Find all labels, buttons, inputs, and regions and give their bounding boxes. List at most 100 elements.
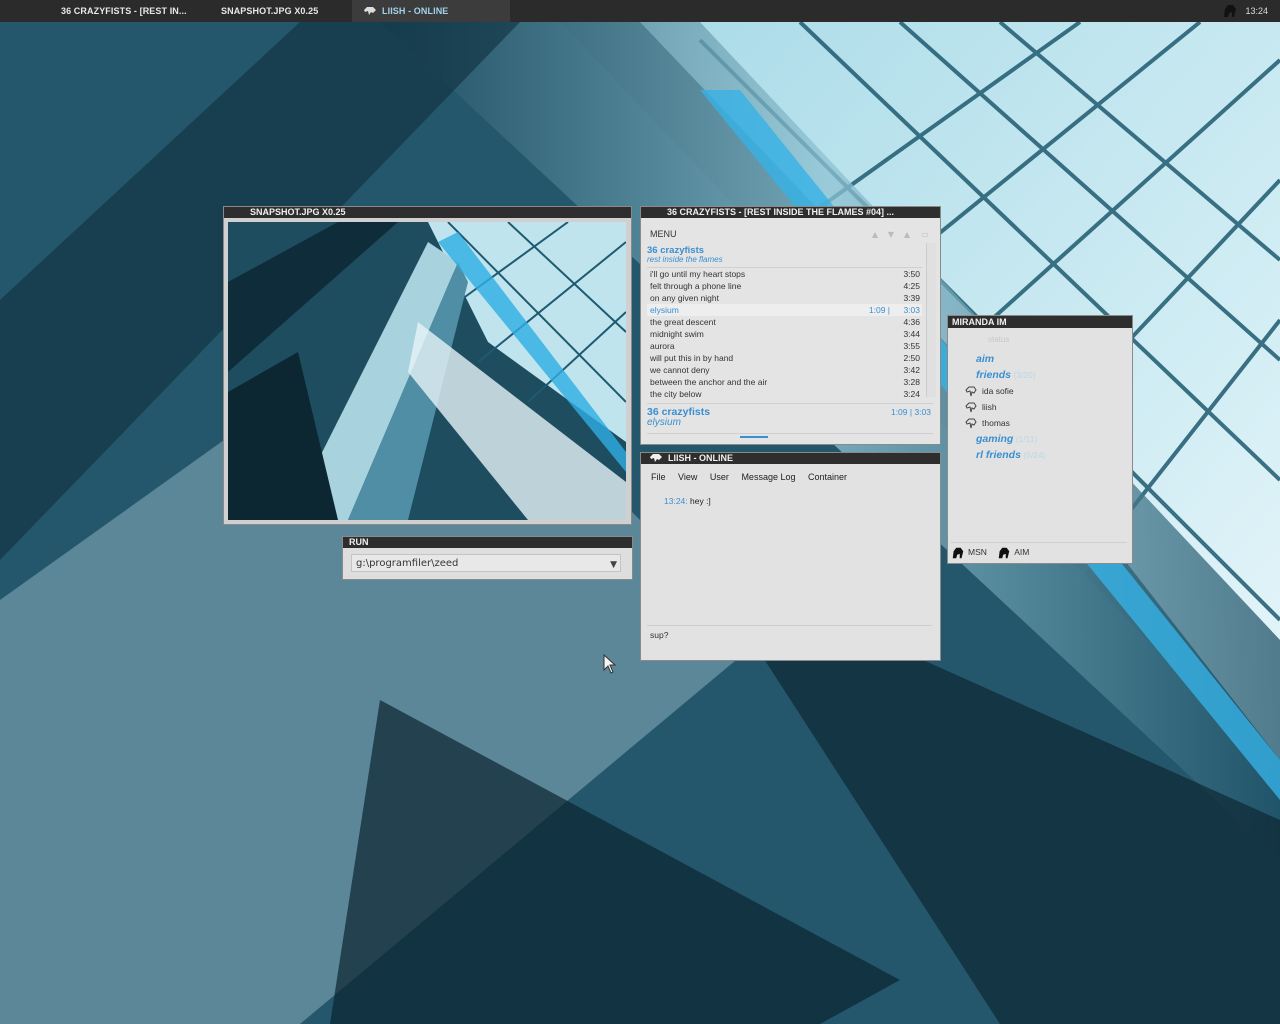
run-command-input[interactable]: g:\programfiler\zeed ▼ xyxy=(351,554,621,572)
taskbar-item-player[interactable]: 36 CRAZYFISTS - [REST IN... xyxy=(61,0,191,22)
album-header: 36 crazyfists rest inside the flames xyxy=(647,245,723,264)
track-row[interactable]: felt through a phone line 4:25 xyxy=(647,280,922,292)
track-row[interactable]: aurora 3:55 xyxy=(647,340,922,352)
player-titlebar[interactable]: 36 CRAZYFISTS - [REST INSIDE THE FLAMES … xyxy=(641,207,940,218)
status-selector[interactable]: status xyxy=(988,335,1009,344)
message-text: hey :] xyxy=(687,496,711,506)
group-rl-friends[interactable]: rl friends (6/24) xyxy=(966,447,1126,463)
message-timestamp: 13:24: xyxy=(664,496,688,506)
track-duration: 3:55 xyxy=(903,341,920,351)
stop-icon[interactable]: ▲ xyxy=(902,230,912,240)
music-player-window: 36 CRAZYFISTS - [REST INSIDE THE FLAMES … xyxy=(640,206,941,445)
track-row[interactable]: we cannot deny 3:42 xyxy=(647,364,922,376)
previous-icon[interactable]: ▲ xyxy=(870,230,880,240)
msn-icon xyxy=(952,547,964,558)
chat-status-icon xyxy=(650,454,662,462)
window-icon[interactable]: ▭ xyxy=(920,230,930,240)
track-row[interactable]: the city below 3:24 xyxy=(647,388,922,400)
taskbar: 36 CRAZYFISTS - [REST IN... SNAPSHOT.JPG… xyxy=(0,0,1280,22)
chat-title-label: LIISH - ONLINE xyxy=(668,453,733,463)
track-title: we cannot deny xyxy=(650,365,710,375)
track-duration: 3:28 xyxy=(903,377,920,387)
msn-contact-icon xyxy=(965,418,977,429)
miranda-titlebar[interactable]: MIRANDA IM xyxy=(948,316,1132,328)
contact-name: liish xyxy=(982,402,997,412)
seek-bar[interactable] xyxy=(647,433,933,438)
message-input-text: sup? xyxy=(650,630,669,640)
album-title: rest inside the flames xyxy=(647,255,723,264)
now-playing: 36 crazyfists elysium 1:09 | 3:03 xyxy=(647,403,933,428)
menu-message-log[interactable]: Message Log xyxy=(741,472,795,482)
snapshot-titlebar[interactable]: SNAPSHOT.JPG X0.25 xyxy=(224,207,631,218)
group-count: (6/24) xyxy=(1020,450,1046,460)
now-playing-time: 1:09 | 3:03 xyxy=(890,407,931,417)
track-row[interactable]: will put this in by hand 2:50 xyxy=(647,352,922,364)
mouse-pointer-icon xyxy=(603,654,617,674)
track-title: will put this in by hand xyxy=(650,353,734,363)
track-row-playing[interactable]: elysium 1:09 | 3:03 xyxy=(647,304,922,316)
track-title: midnight swim xyxy=(650,329,704,339)
track-title: the great descent xyxy=(650,317,716,327)
track-duration: 4:36 xyxy=(903,317,920,327)
track-row[interactable]: i'll go until my heart stops 3:50 xyxy=(647,268,922,280)
protocol-aim[interactable]: AIM xyxy=(997,544,1029,560)
track-row[interactable]: the great descent 4:36 xyxy=(647,316,922,328)
track-row[interactable]: between the anchor and the air 3:28 xyxy=(647,376,922,388)
miranda-tray-icon[interactable] xyxy=(1222,3,1238,19)
group-count: (3/20) xyxy=(1011,370,1036,380)
miranda-window: MIRANDA IM status aim friends (3/20) ida… xyxy=(947,315,1133,564)
player-menu-row: MENU ▲ ▼ ▲ ▭ xyxy=(641,229,940,243)
track-title: felt through a phone line xyxy=(650,281,742,291)
aim-icon xyxy=(999,547,1010,558)
group-aim[interactable]: aim xyxy=(966,351,1126,367)
group-name: aim xyxy=(976,353,995,365)
track-row[interactable]: on any given night 3:39 xyxy=(647,292,922,304)
track-list: i'll go until my heart stops 3:50 felt th… xyxy=(647,267,922,400)
track-row[interactable]: midnight swim 3:44 xyxy=(647,328,922,340)
run-titlebar[interactable]: RUN xyxy=(343,537,632,548)
menu-view[interactable]: View xyxy=(678,472,697,482)
snapshot-window: SNAPSHOT.JPG X0.25 xyxy=(223,206,632,525)
track-duration: 2:50 xyxy=(903,353,920,363)
contact-name: ida sofie xyxy=(982,386,1014,396)
group-name: rl friends xyxy=(976,449,1021,461)
group-friends[interactable]: friends (3/20) xyxy=(966,367,1126,383)
track-duration: 3:24 xyxy=(903,389,920,399)
player-menu-button[interactable]: MENU xyxy=(650,229,677,239)
message-input[interactable]: sup? xyxy=(647,625,932,655)
contact-ida-sofie[interactable]: ida sofie xyxy=(965,383,1126,399)
group-count: (1/11) xyxy=(1013,434,1038,444)
msn-contact-icon xyxy=(965,402,977,413)
track-list-scrollbar[interactable] xyxy=(926,243,936,397)
menu-user[interactable]: User xyxy=(710,472,729,482)
menu-container[interactable]: Container xyxy=(808,472,847,482)
run-command-value: g:\programfiler\zeed xyxy=(356,558,459,569)
track-duration: 4:25 xyxy=(903,281,920,291)
taskbar-item-chat[interactable]: LIISH - ONLINE xyxy=(352,0,510,22)
track-title: elysium xyxy=(650,305,679,315)
group-name: gaming xyxy=(976,433,1014,445)
track-position: 1:09 | xyxy=(868,305,890,315)
snapshot-image xyxy=(228,222,626,520)
msn-contact-icon xyxy=(965,386,977,397)
track-title: the city below xyxy=(650,389,702,399)
contact-thomas[interactable]: thomas xyxy=(965,415,1126,431)
chat-app-icon xyxy=(364,7,376,15)
track-title: on any given night xyxy=(650,293,719,303)
seek-bar-handle[interactable] xyxy=(740,436,768,438)
chat-menubar: File View User Message Log Container xyxy=(651,472,857,482)
contact-liish[interactable]: liish xyxy=(965,399,1126,415)
protocol-label: AIM xyxy=(1014,547,1030,557)
group-name: friends xyxy=(976,369,1012,381)
menu-file[interactable]: File xyxy=(651,472,666,482)
chevron-down-icon[interactable]: ▼ xyxy=(610,556,617,574)
track-title: aurora xyxy=(650,341,675,351)
chat-message: 13:24: hey :] xyxy=(664,496,711,506)
group-gaming[interactable]: gaming (1/11) xyxy=(966,431,1126,447)
chat-titlebar[interactable]: LIISH - ONLINE xyxy=(641,453,940,464)
next-icon[interactable]: ▼ xyxy=(886,230,896,240)
protocol-msn[interactable]: MSN xyxy=(951,544,987,560)
chat-window: LIISH - ONLINE File View User Message Lo… xyxy=(640,452,941,661)
protocol-label: MSN xyxy=(968,547,987,557)
taskbar-item-snapshot[interactable]: SNAPSHOT.JPG X0.25 xyxy=(221,0,331,22)
